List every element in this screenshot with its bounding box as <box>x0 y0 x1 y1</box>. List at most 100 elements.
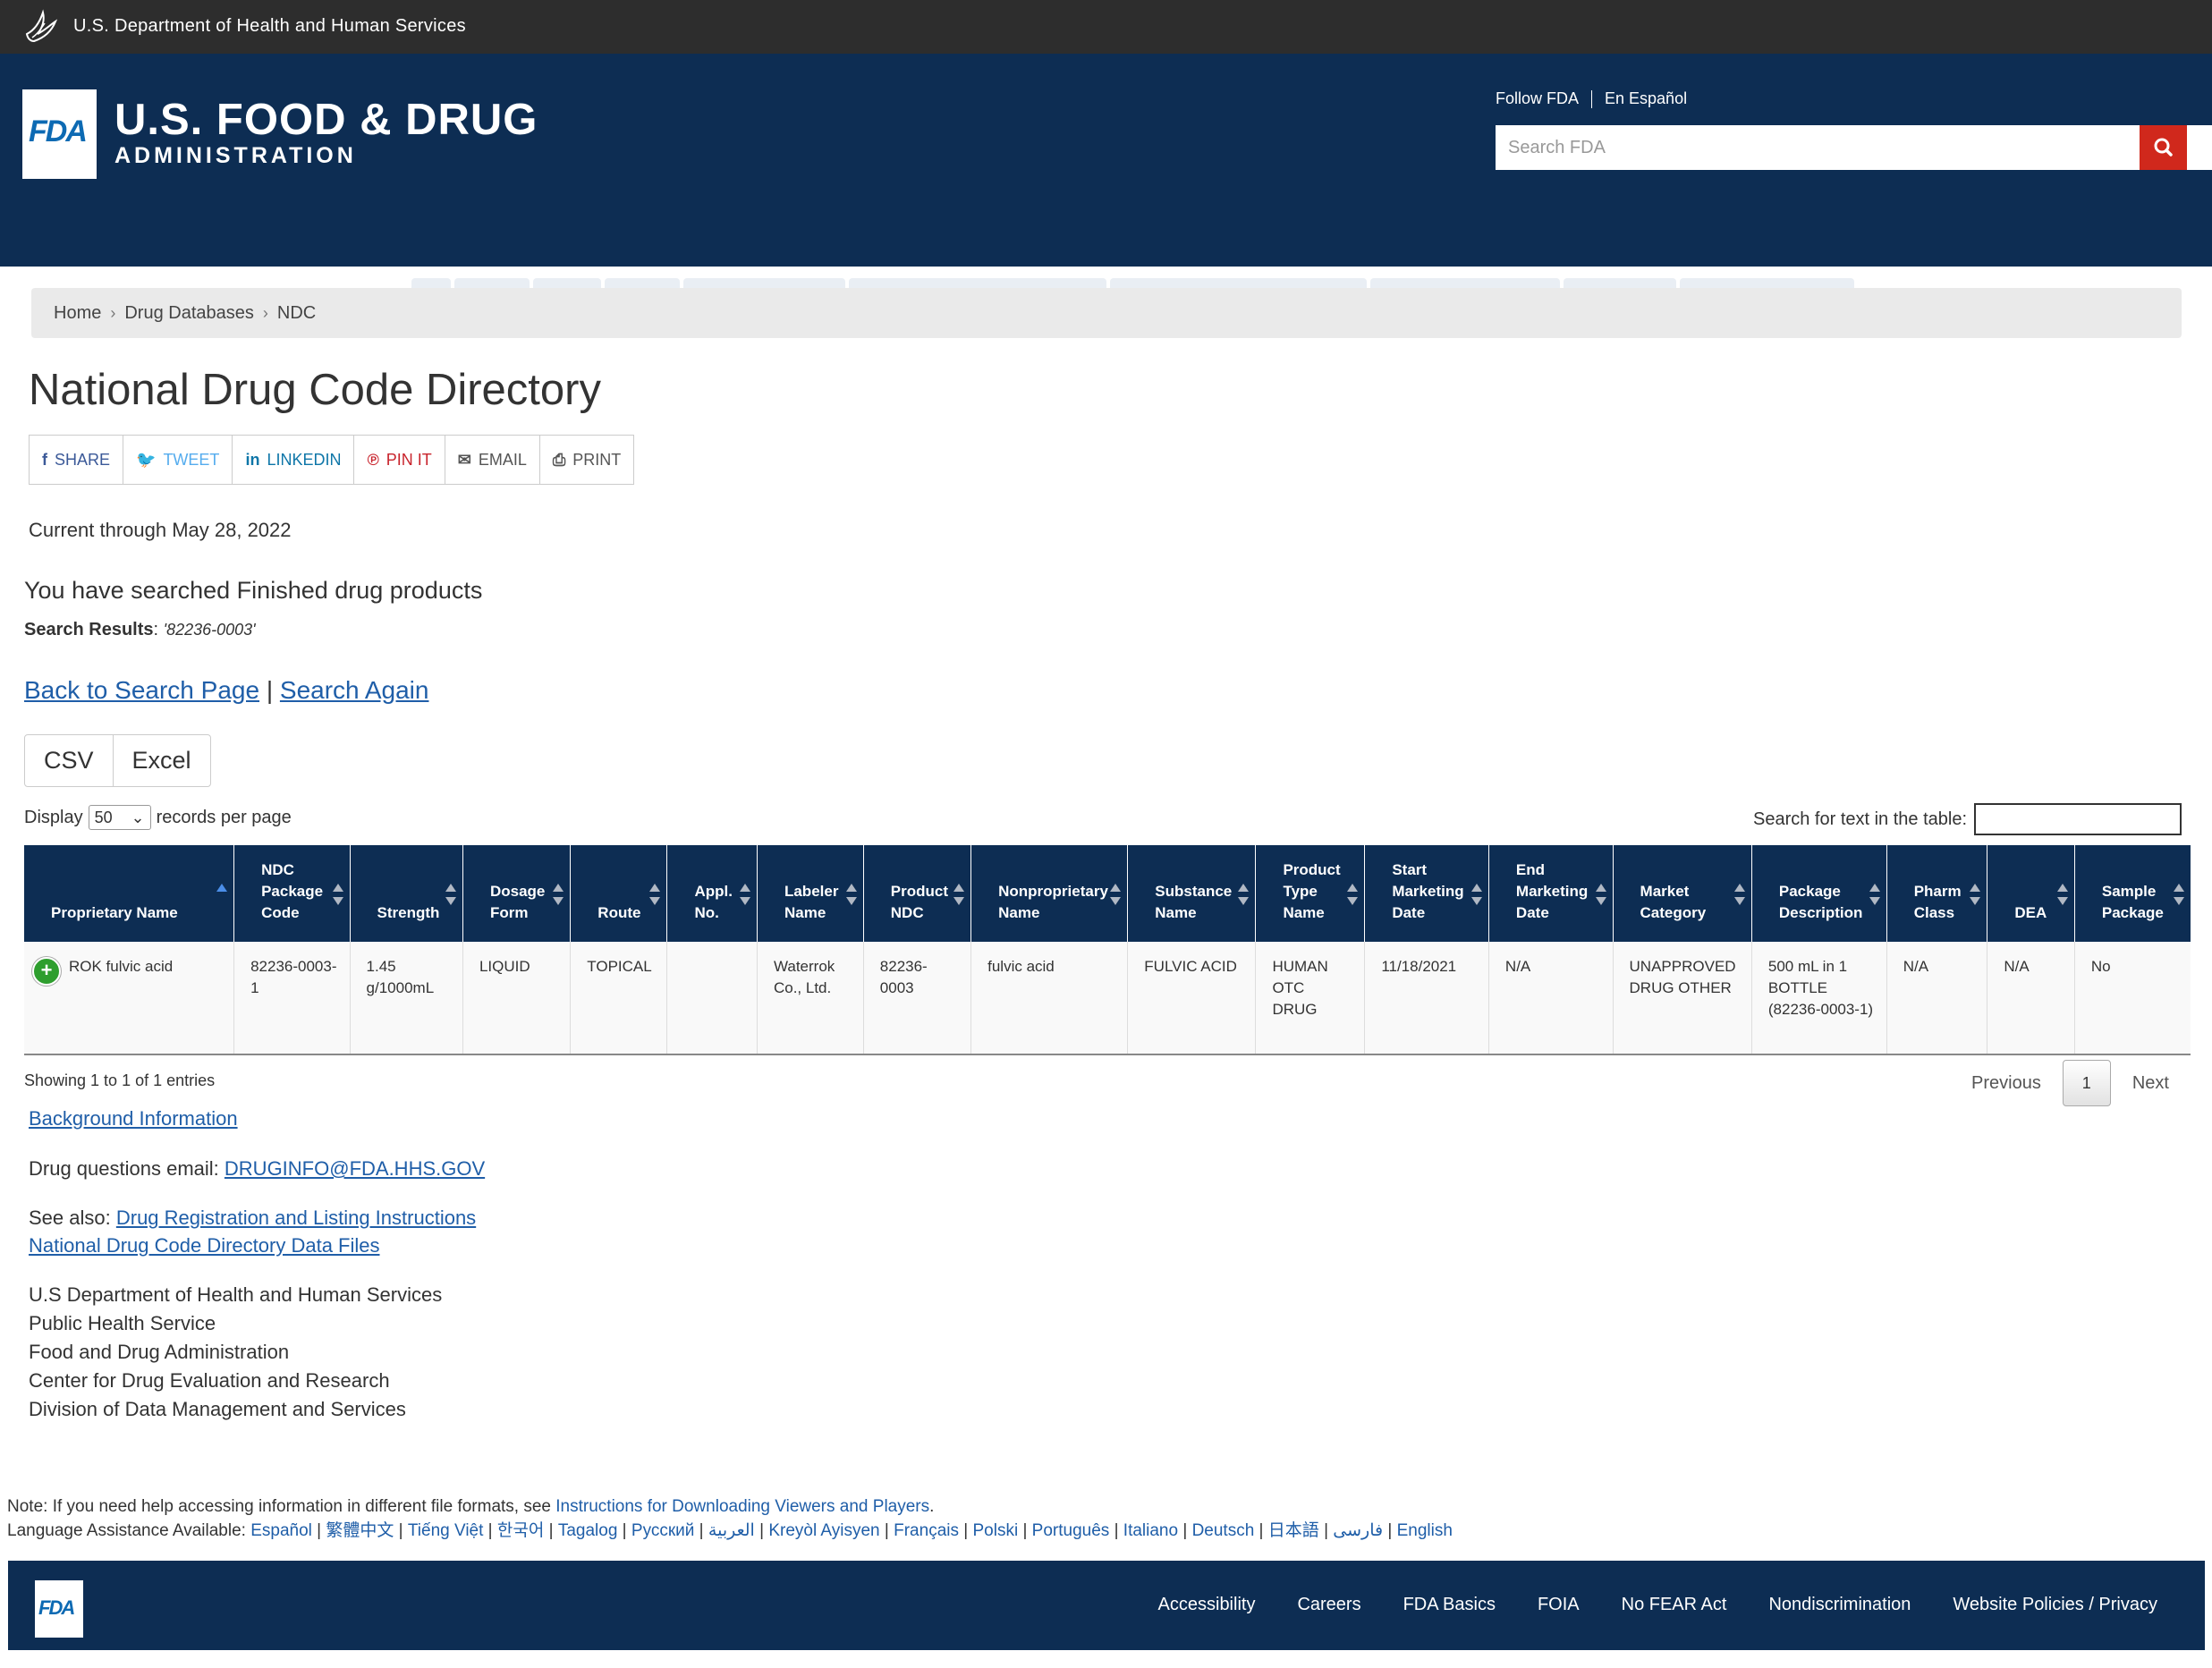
footer-link-nondiscrimination[interactable]: Nondiscrimination <box>1768 1595 1911 1615</box>
column-header[interactable]: Sample Package <box>2074 845 2191 942</box>
footer-link-accessibility[interactable]: Accessibility <box>1158 1595 1256 1615</box>
column-header[interactable]: DEA <box>1987 845 2075 942</box>
fda-logo[interactable]: FDA <box>22 89 97 179</box>
language-link[interactable]: Français <box>894 1521 959 1540</box>
column-header[interactable]: Proprietary Name <box>24 845 235 942</box>
sort-icon <box>552 883 564 906</box>
language-link[interactable]: English <box>1397 1521 1453 1540</box>
note-prefix: Note: If you need help accessing informa… <box>7 1497 551 1516</box>
language-link[interactable]: Italiano <box>1123 1521 1178 1540</box>
table-cell: No <box>2074 942 2191 1055</box>
expand-row-icon[interactable]: + <box>32 957 61 986</box>
site-subtitle[interactable]: ADMINISTRATION <box>114 143 357 169</box>
language-link[interactable]: 한국어 <box>497 1521 544 1540</box>
language-link[interactable]: Tagalog <box>558 1521 618 1540</box>
next-page-button[interactable]: Next <box>2111 1073 2191 1094</box>
language-link[interactable]: Kreyòl Ayisyen <box>768 1521 879 1540</box>
search-again-link[interactable]: Search Again <box>280 676 429 704</box>
table-header-row: Proprietary Name NDC Package Code Strength… <box>24 845 2191 942</box>
column-header[interactable]: Substance Name <box>1127 845 1257 942</box>
language-link[interactable]: العربية <box>708 1521 755 1540</box>
hhs-text[interactable]: U.S. Department of Health and Human Serv… <box>73 16 466 37</box>
results-label: Search Results <box>24 620 154 639</box>
email-link[interactable]: DRUGINFO@FDA.HHS.GOV <box>225 1157 485 1180</box>
column-header[interactable]: Nonproprietary Name <box>970 845 1129 942</box>
language-link[interactable]: 繁體中文 <box>326 1521 394 1540</box>
breadcrumb-home[interactable]: Home <box>54 303 101 324</box>
language-link[interactable]: 日本語 <box>1268 1521 1319 1540</box>
language-separator: | <box>394 1521 408 1540</box>
column-header[interactable]: Labeler Name <box>757 845 864 942</box>
language-separator: | <box>617 1521 631 1540</box>
column-header[interactable]: End Marketing Date <box>1488 845 1614 942</box>
table-info: Showing 1 to 1 of 1 entries <box>24 1071 216 1089</box>
address-line: Division of Data Management and Services <box>29 1398 406 1420</box>
site-title[interactable]: U.S. FOOD & DRUG <box>114 95 538 145</box>
column-header-label: Package Description <box>1778 883 1863 921</box>
background-info-link[interactable]: Background Information <box>29 1107 238 1130</box>
language-link[interactable]: Polski <box>972 1521 1018 1540</box>
footer-link-fda-basics[interactable]: FDA Basics <box>1403 1595 1496 1615</box>
share-pinterest-button[interactable]: ℗ PIN IT <box>354 436 445 484</box>
data-files-link[interactable]: National Drug Code Directory Data Files <box>29 1234 380 1257</box>
table-cell: 82236-0003 <box>863 942 972 1055</box>
page-length: Display 50 ⌄ records per page <box>24 805 292 830</box>
language-link[interactable]: فارسی <box>1333 1521 1383 1540</box>
table-cell: 1.45 g/1000mL <box>350 942 463 1055</box>
share-facebook-button[interactable]: f SHARE <box>30 436 124 484</box>
table-search-input[interactable] <box>1974 803 2182 835</box>
display-label: Display <box>24 807 83 827</box>
espanol-link[interactable]: En Español <box>1605 89 1687 107</box>
column-header[interactable]: Dosage Form <box>462 845 572 942</box>
footer-link-website-policies[interactable]: Website Policies / Privacy <box>1953 1595 2157 1615</box>
csv-button[interactable]: CSV <box>25 735 114 786</box>
sort-icon <box>1733 883 1746 906</box>
language-separator: | <box>1318 1521 1334 1540</box>
language-link[interactable]: Tiếng Việt <box>408 1521 484 1540</box>
viewers-link[interactable]: Instructions for Downloading Viewers and… <box>555 1497 929 1516</box>
sort-icon <box>648 883 661 906</box>
search-results-line: Search Results: '82236-0003' <box>24 620 256 639</box>
footer-link-careers[interactable]: Careers <box>1297 1595 1360 1615</box>
sort-icon <box>332 883 344 906</box>
sort-icon <box>2173 883 2185 906</box>
language-link[interactable]: Português <box>1032 1521 1110 1540</box>
page-length-select[interactable]: 50 ⌄ <box>88 805 151 830</box>
table-cell: UNAPPROVED DRUG OTHER <box>1613 942 1752 1055</box>
footer-link-foia[interactable]: FOIA <box>1538 1595 1580 1615</box>
column-header[interactable]: Strength <box>350 845 463 942</box>
share-email-button[interactable]: ✉ EMAIL <box>445 436 540 484</box>
previous-page-button[interactable]: Previous <box>1950 1073 2063 1094</box>
language-link[interactable]: Deutsch <box>1192 1521 1255 1540</box>
column-header[interactable]: Product Type Name <box>1255 845 1366 942</box>
registration-link[interactable]: Drug Registration and Listing Instructio… <box>116 1207 476 1229</box>
language-link[interactable]: Español <box>250 1521 312 1540</box>
column-header[interactable]: Pharm Class <box>1886 845 1988 942</box>
column-header[interactable]: Market Category <box>1613 845 1752 942</box>
language-link[interactable]: Русский <box>631 1521 695 1540</box>
column-header[interactable]: NDC Package Code <box>233 845 351 942</box>
column-header[interactable]: Appl. No. <box>666 845 758 942</box>
back-links: Back to Search Page | Search Again <box>24 676 428 705</box>
site-search-button[interactable] <box>2140 125 2187 170</box>
email-label: EMAIL <box>478 450 527 469</box>
column-header[interactable]: Product NDC <box>863 845 972 942</box>
site-search-input[interactable]: Search FDA <box>1496 125 2212 170</box>
table-cell: Waterrok Co., Ltd. <box>757 942 864 1055</box>
excel-button[interactable]: Excel <box>114 735 210 786</box>
footer-fda-logo[interactable]: FDA <box>35 1580 83 1638</box>
column-header[interactable]: Route <box>570 845 668 942</box>
table-row[interactable]: ROK fulvic acid 82236-0003-1 1.45 g/1000mL… <box>24 942 2191 1055</box>
share-twitter-button[interactable]: 🐦 TWEET <box>123 436 233 484</box>
print-button[interactable]: ⎙ PRINT <box>540 436 633 484</box>
column-header[interactable]: Start Marketing Date <box>1364 845 1489 942</box>
follow-fda-link[interactable]: Follow FDA <box>1496 89 1579 107</box>
breadcrumb-drug-databases[interactable]: Drug Databases <box>124 303 254 324</box>
column-header[interactable]: Package Description <box>1751 845 1887 942</box>
results-query: '82236-0003' <box>163 621 256 639</box>
back-to-search-link[interactable]: Back to Search Page <box>24 676 259 704</box>
page-1-button[interactable]: 1 <box>2062 1060 2111 1106</box>
email-prefix: Drug questions email: <box>29 1157 219 1180</box>
footer-link-no-fear-act[interactable]: No FEAR Act <box>1622 1595 1727 1615</box>
share-linkedin-button[interactable]: in LINKEDIN <box>233 436 355 484</box>
